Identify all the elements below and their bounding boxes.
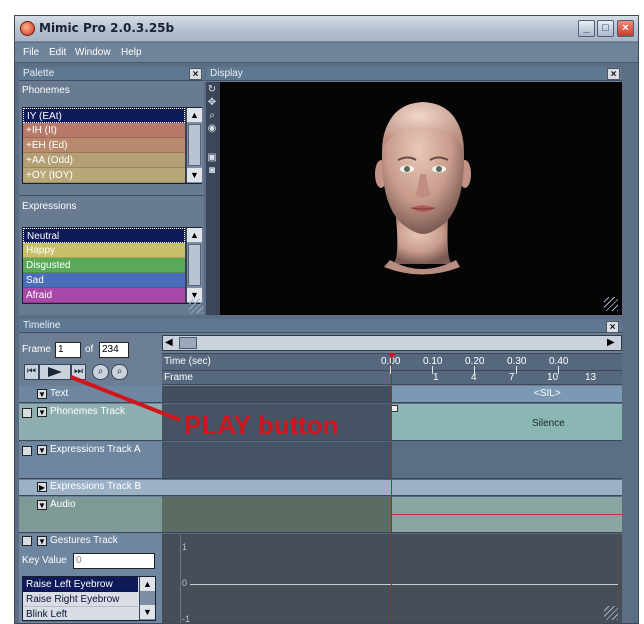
annotation-label: PLAY button (184, 410, 339, 440)
annotation-arrow (70, 375, 181, 422)
